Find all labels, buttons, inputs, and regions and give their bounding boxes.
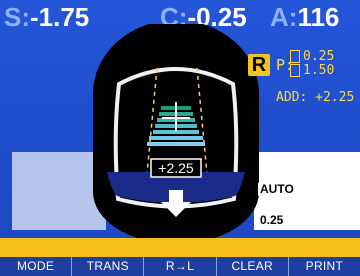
auto-tag: AUTO <box>258 182 296 196</box>
add-readout: ADD: +2.25 <box>276 90 355 105</box>
auto-label: R/L <box>306 182 326 196</box>
sphere-label: S: <box>4 2 30 32</box>
sphere-value: -1.75 <box>30 2 90 32</box>
lensmeter-screen: S:-1.75 C:-0.25 A:116 +2.25 R P: 0.25 1.… <box>0 0 360 276</box>
prism-line-1: 0.25 <box>290 50 334 64</box>
menu-r-to-l[interactable]: R→L <box>144 257 217 276</box>
prism-line-2: 1.50 <box>290 64 334 78</box>
menu-trans[interactable]: TRANS <box>72 257 145 276</box>
axis-readout: A:116 <box>270 2 339 32</box>
sphere-readout: S:-1.75 <box>4 2 89 32</box>
menu-print[interactable]: PRINT <box>289 257 360 276</box>
prism-value-2: 1.50 <box>303 63 335 78</box>
add-value-text: +2.25 <box>158 160 194 176</box>
lens-graphic: +2.25 <box>93 20 259 244</box>
prism-value-1: 0.25 <box>303 49 335 64</box>
step-label: STEP <box>285 213 317 227</box>
status-bar <box>0 238 360 257</box>
right-lens-badge: R <box>248 54 270 76</box>
base-up-icon <box>290 50 300 63</box>
menu-mode[interactable]: MODE <box>0 257 73 276</box>
lens-display: +2.25 <box>85 20 267 244</box>
function-menu: MODE TRANS R→L CLEAR PRINT <box>0 257 360 276</box>
step-tag: 0.25 <box>258 213 286 227</box>
menu-clear[interactable]: CLEAR <box>217 257 289 276</box>
axis-label: A: <box>270 2 298 32</box>
step-status[interactable]: 0.25 STEP <box>258 213 317 227</box>
auto-rl-status[interactable]: AUTO ●R/L <box>258 182 326 196</box>
base-in-icon <box>290 64 300 77</box>
axis-value: 116 <box>297 2 340 32</box>
